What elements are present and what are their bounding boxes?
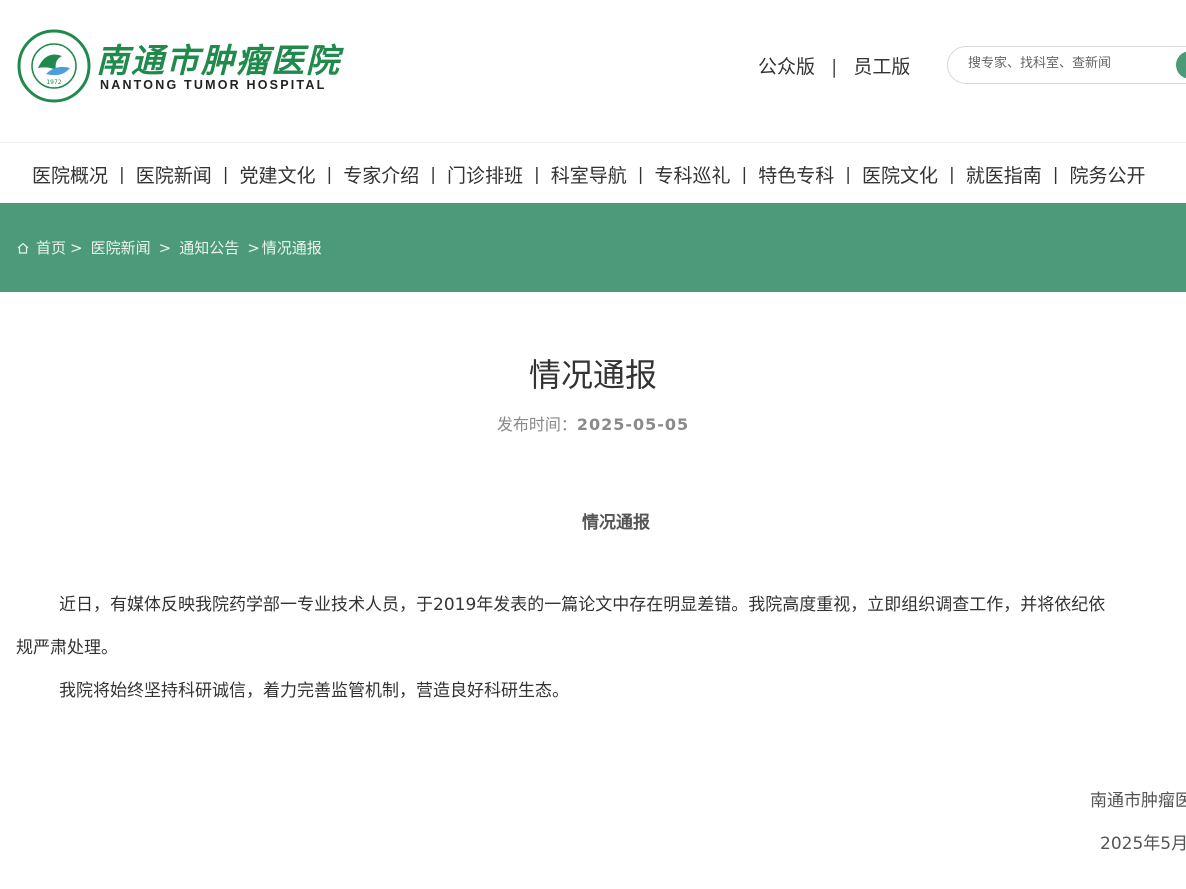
version-switch: 公众版 | 员工版 bbox=[758, 52, 910, 79]
signature-date: 2025年5月5日 bbox=[1100, 834, 1186, 854]
article-subheading: 情况通报 bbox=[582, 513, 650, 533]
publish-date: 2025-05-05 bbox=[576, 415, 690, 434]
breadcrumb: 首页 > 医院新闻 > 通知公告 > 情况通报 bbox=[16, 237, 322, 258]
search-box bbox=[947, 46, 1186, 84]
article-body: 近日，有媒体反映我院药学部一专业技术人员，于2019年发表的一篇论文中存在明显差… bbox=[16, 584, 1186, 713]
nav-item-featured[interactable]: 特色专科 | bbox=[758, 161, 862, 188]
nav-item-guide[interactable]: 就医指南 | bbox=[966, 161, 1070, 188]
nav-item-schedule[interactable]: 门诊排班 | bbox=[447, 161, 551, 188]
article-signature: 南通市肿瘤医院 bbox=[1090, 791, 1186, 811]
public-version-link[interactable]: 公众版 bbox=[758, 52, 815, 79]
staff-version-link[interactable]: 员工版 bbox=[853, 52, 910, 79]
breadcrumb-separator: > bbox=[158, 238, 172, 257]
nav-item-affairs[interactable]: 院务公开 bbox=[1070, 161, 1146, 188]
paragraph-1-line-1: 近日，有媒体反映我院药学部一专业技术人员，于2019年发表的一篇论文中存在明显差… bbox=[59, 595, 1106, 615]
main-nav: 医院概况 | 医院新闻 | 党建文化 | 专家介绍 | 门诊排班 | 科室导航 | 专科巡礼… bbox=[0, 142, 1186, 204]
emblem-year: 1972 bbox=[46, 79, 61, 86]
breadcrumb-band: 首页 > 医院新闻 > 通知公告 > 情况通报 bbox=[0, 203, 1186, 292]
version-separator: | bbox=[831, 56, 838, 78]
site-header: 1972 南通市肿瘤医院 NANTONG TUMOR HOSPITAL 公众版 |… bbox=[0, 0, 1186, 142]
breadcrumb-separator: > bbox=[247, 238, 260, 257]
home-icon bbox=[17, 242, 29, 254]
breadcrumb-current: 情况通报 bbox=[261, 239, 322, 257]
nav-item-departments[interactable]: 科室导航 | bbox=[551, 161, 655, 188]
nav-item-experts[interactable]: 专家介绍 | bbox=[343, 161, 447, 188]
nav-item-news[interactable]: 医院新闻 | bbox=[136, 161, 240, 188]
publish-label: 发布时间： bbox=[496, 415, 577, 434]
breadcrumb-notices[interactable]: 通知公告 bbox=[179, 237, 239, 258]
nav-item-party[interactable]: 党建文化 | bbox=[240, 161, 344, 188]
logo-name: 南通市肿瘤医院 bbox=[96, 41, 341, 80]
paragraph-1-line-2: 规严肃处理。 bbox=[16, 638, 118, 658]
nav-item-overview[interactable]: 医院概况 | bbox=[32, 161, 136, 188]
breadcrumb-news[interactable]: 医院新闻 bbox=[91, 237, 151, 258]
logo-english-name: NANTONG TUMOR HOSPITAL bbox=[100, 78, 327, 92]
hospital-emblem-icon: 1972 bbox=[17, 29, 91, 103]
article-meta: 发布时间：2025-05-05 bbox=[0, 411, 1186, 435]
paragraph-2: 我院将始终坚持科研诚信，着力完善监管机制，营造良好科研生态。 bbox=[59, 681, 569, 701]
nav-item-culture[interactable]: 医院文化 | bbox=[862, 161, 966, 188]
nav-item-specialty-tour[interactable]: 专科巡礼 | bbox=[655, 161, 759, 188]
breadcrumb-home[interactable]: 首页 bbox=[36, 237, 66, 258]
article-title: 情况通报 bbox=[528, 356, 657, 394]
search-button[interactable] bbox=[1176, 51, 1186, 79]
search-input[interactable] bbox=[968, 56, 1158, 71]
breadcrumb-separator: > bbox=[70, 238, 83, 257]
hospital-logo[interactable]: 1972 南通市肿瘤医院 NANTONG TUMOR HOSPITAL bbox=[16, 28, 346, 104]
